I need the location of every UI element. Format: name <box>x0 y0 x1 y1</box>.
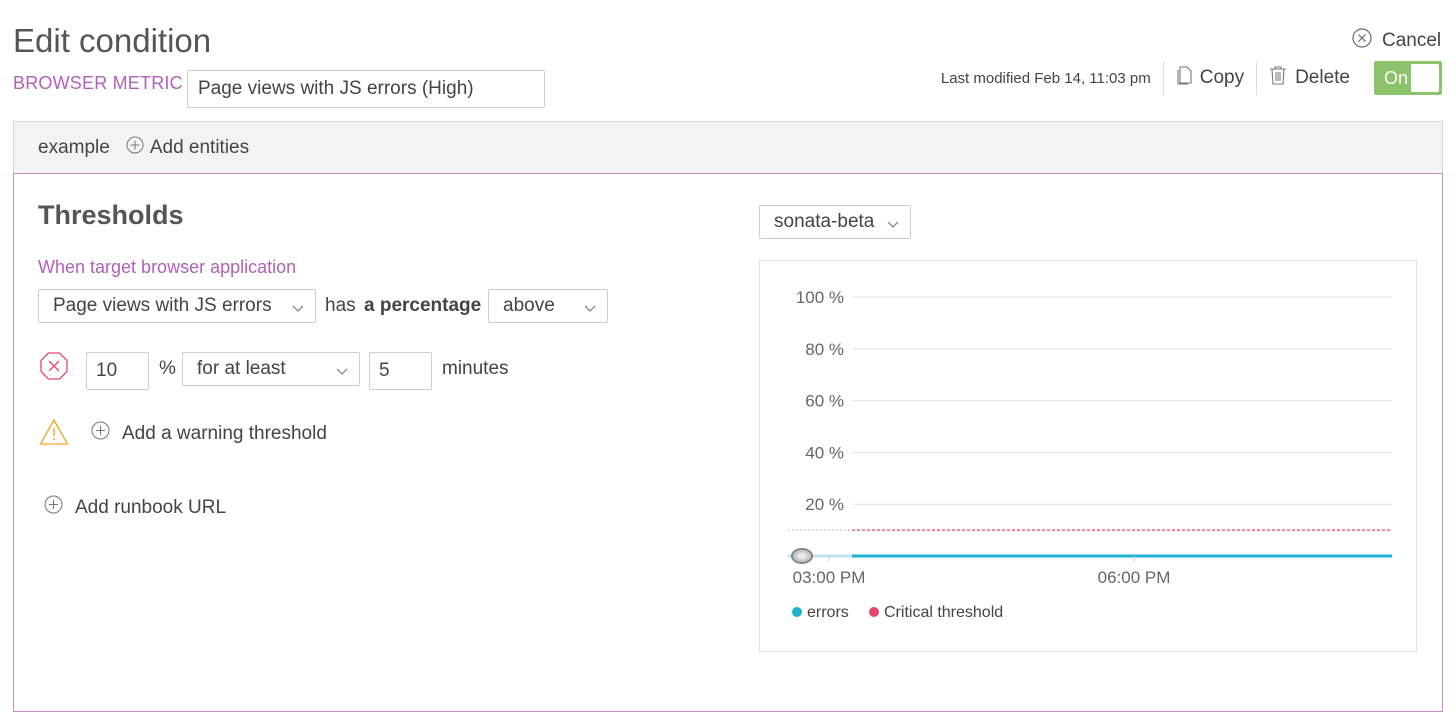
entity-name[interactable]: example <box>38 137 110 159</box>
chevron-down-icon <box>291 299 305 321</box>
application-select[interactable]: sonata-beta <box>759 205 911 239</box>
warning-triangle-icon <box>39 418 69 451</box>
close-circle-icon <box>1352 28 1372 54</box>
when-target-label: When target browser application <box>38 257 297 277</box>
cancel-label: Cancel <box>1382 30 1442 51</box>
cancel-button[interactable]: Cancel <box>1352 28 1441 54</box>
critical-value-input[interactable] <box>86 352 149 390</box>
toggle-label: On <box>1384 67 1409 88</box>
thresholds-title: Thresholds <box>38 200 184 230</box>
add-runbook-label: Add runbook URL <box>75 496 227 518</box>
metric-select-value: Page views with JS errors <box>53 295 272 316</box>
aggregation-text: a percentage <box>364 295 482 316</box>
threshold-chart: 100 % 80 % 60 % 40 % 20 % 03:00 PM 06:00 PM err… <box>759 260 1417 652</box>
critical-octagon-icon <box>39 351 69 386</box>
metric-select[interactable]: Page views with JS errors <box>38 289 316 323</box>
y-tick-label: 60 % <box>805 392 844 411</box>
operator-select-value: above <box>503 295 555 316</box>
add-entities-button[interactable]: Add entities <box>126 136 249 160</box>
entities-bar: example Add entities <box>13 121 1443 174</box>
plus-circle-icon <box>44 495 63 520</box>
delete-label: Delete <box>1295 67 1350 88</box>
application-select-value: sonata-beta <box>774 211 875 232</box>
chevron-down-icon <box>335 362 349 384</box>
plus-circle-icon <box>91 421 110 446</box>
condition-name-input[interactable] <box>187 70 545 108</box>
legend-critical-dot <box>869 607 879 617</box>
chart-svg: 100 % 80 % 60 % 40 % 20 % 03:00 PM 06:00 PM err… <box>788 288 1392 621</box>
y-tick-label: 100 % <box>796 288 844 307</box>
y-tick-label: 20 % <box>805 495 844 514</box>
enabled-toggle[interactable]: On <box>1374 61 1442 95</box>
x-tick-label: 06:00 PM <box>1098 568 1171 587</box>
trash-icon <box>1269 65 1287 91</box>
operator-select[interactable]: above <box>488 289 608 323</box>
duration-select-value: for at least <box>197 358 286 379</box>
add-warning-label: Add a warning threshold <box>122 422 327 444</box>
condition-toolbar: Last modified Feb 14, 11:03 pm Copy Dele… <box>941 61 1442 95</box>
add-entities-label: Add entities <box>149 137 250 158</box>
copy-label: Copy <box>1199 67 1245 88</box>
metric-type-label: BROWSER METRIC <box>13 73 183 93</box>
y-tick-label: 80 % <box>805 340 844 359</box>
last-modified-text: Last modified Feb 14, 11:03 pm <box>940 69 1151 87</box>
legend-critical-label: Critical threshold <box>884 604 1003 621</box>
toggle-knob <box>1411 64 1439 92</box>
unit-text: % <box>159 358 176 379</box>
legend-errors-dot <box>792 607 802 617</box>
duration-value-input[interactable] <box>369 352 432 390</box>
duration-unit-text: minutes <box>442 358 509 379</box>
has-text: has <box>325 295 356 316</box>
duration-select[interactable]: for at least <box>182 352 360 386</box>
range-handle-inner <box>797 552 807 560</box>
copy-button[interactable]: Copy <box>1164 65 1256 91</box>
y-tick-label: 40 % <box>805 443 844 462</box>
add-runbook-url-button[interactable]: Add runbook URL <box>44 495 226 520</box>
add-warning-threshold-button[interactable]: Add a warning threshold <box>91 421 327 446</box>
chevron-down-icon <box>583 299 597 321</box>
x-tick-label: 03:00 PM <box>793 568 866 587</box>
legend-errors-label: errors <box>807 604 849 621</box>
copy-icon <box>1176 65 1192 91</box>
delete-button[interactable]: Delete <box>1257 65 1362 91</box>
plus-circle-icon <box>126 136 144 160</box>
page-title: Edit condition <box>13 22 212 59</box>
chevron-down-icon <box>886 215 900 237</box>
thresholds-panel: Thresholds When target browser applicati… <box>13 173 1443 712</box>
